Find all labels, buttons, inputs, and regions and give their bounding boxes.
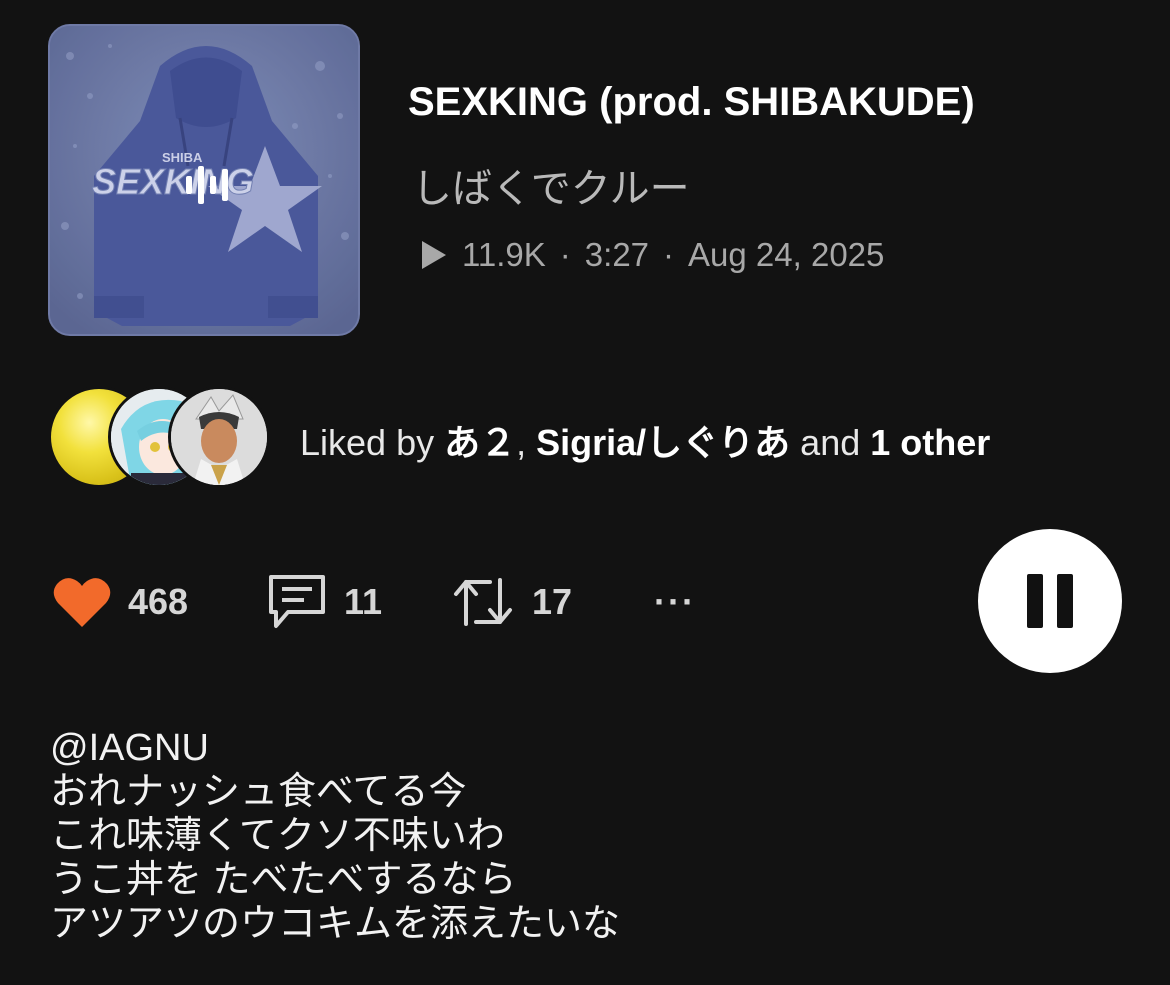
liked-by-comma: , <box>516 422 537 463</box>
like-count: 468 <box>128 581 189 622</box>
more-icon: ··· <box>654 581 696 622</box>
description-line[interactable]: @IAGNU <box>50 726 620 770</box>
meta-separator: · <box>559 236 571 273</box>
heart-icon <box>53 578 111 627</box>
track-meta: 11.9K · 3:27 · Aug 24, 2025 <box>420 236 884 274</box>
liked-by-text: Liked by あ２, Sigria/しぐりあ and 1 other <box>300 414 990 466</box>
comment-icon <box>269 575 325 628</box>
liker-name[interactable]: Sigria/しぐりあ <box>536 422 790 463</box>
more-options-button[interactable]: ··· <box>654 572 696 632</box>
liker-others[interactable]: 1 other <box>870 422 990 463</box>
track-title[interactable]: SEXKING (prod. SHIBAKUDE) <box>408 80 975 125</box>
comment-count: 11 <box>344 581 383 622</box>
release-date: Aug 24, 2025 <box>688 236 885 273</box>
hoodie-artwork-image: SHIBA SEXKING <box>50 26 358 334</box>
description-line: うこ丼を たべたべするなら <box>50 859 517 901</box>
artist-name[interactable]: しばくでクルー <box>412 156 690 214</box>
description-line: おれナッシュ食べてる今 <box>50 771 467 813</box>
like-button[interactable]: 468 <box>52 572 188 632</box>
meta-separator: · <box>663 236 675 273</box>
liker-avatars[interactable] <box>48 386 270 488</box>
track-description: @IAGNU おれナッシュ食べてる今 これ味薄くてクソ不味いわ うこ丼を たべた… <box>50 726 620 946</box>
repost-icon <box>454 578 512 626</box>
description-line: これ味薄くてクソ不味いわ <box>50 815 505 857</box>
pause-button[interactable] <box>978 529 1122 673</box>
liked-by-and: and <box>790 422 871 463</box>
liker-name[interactable]: あ２ <box>444 422 516 463</box>
track-artwork[interactable]: SHIBA SEXKING <box>48 24 360 336</box>
pause-icon <box>1027 574 1043 628</box>
repost-button[interactable]: 17 <box>450 572 572 632</box>
repost-count: 17 <box>532 581 573 622</box>
track-duration: 3:27 <box>584 236 650 273</box>
avatar[interactable] <box>168 386 270 488</box>
play-count: 11.9K <box>462 236 546 273</box>
play-count-icon <box>422 241 446 269</box>
comment-button[interactable]: 11 <box>266 572 382 632</box>
liked-by-prefix: Liked by <box>300 422 445 463</box>
description-line: アツアツのウコキムを添えたいな <box>50 903 621 945</box>
